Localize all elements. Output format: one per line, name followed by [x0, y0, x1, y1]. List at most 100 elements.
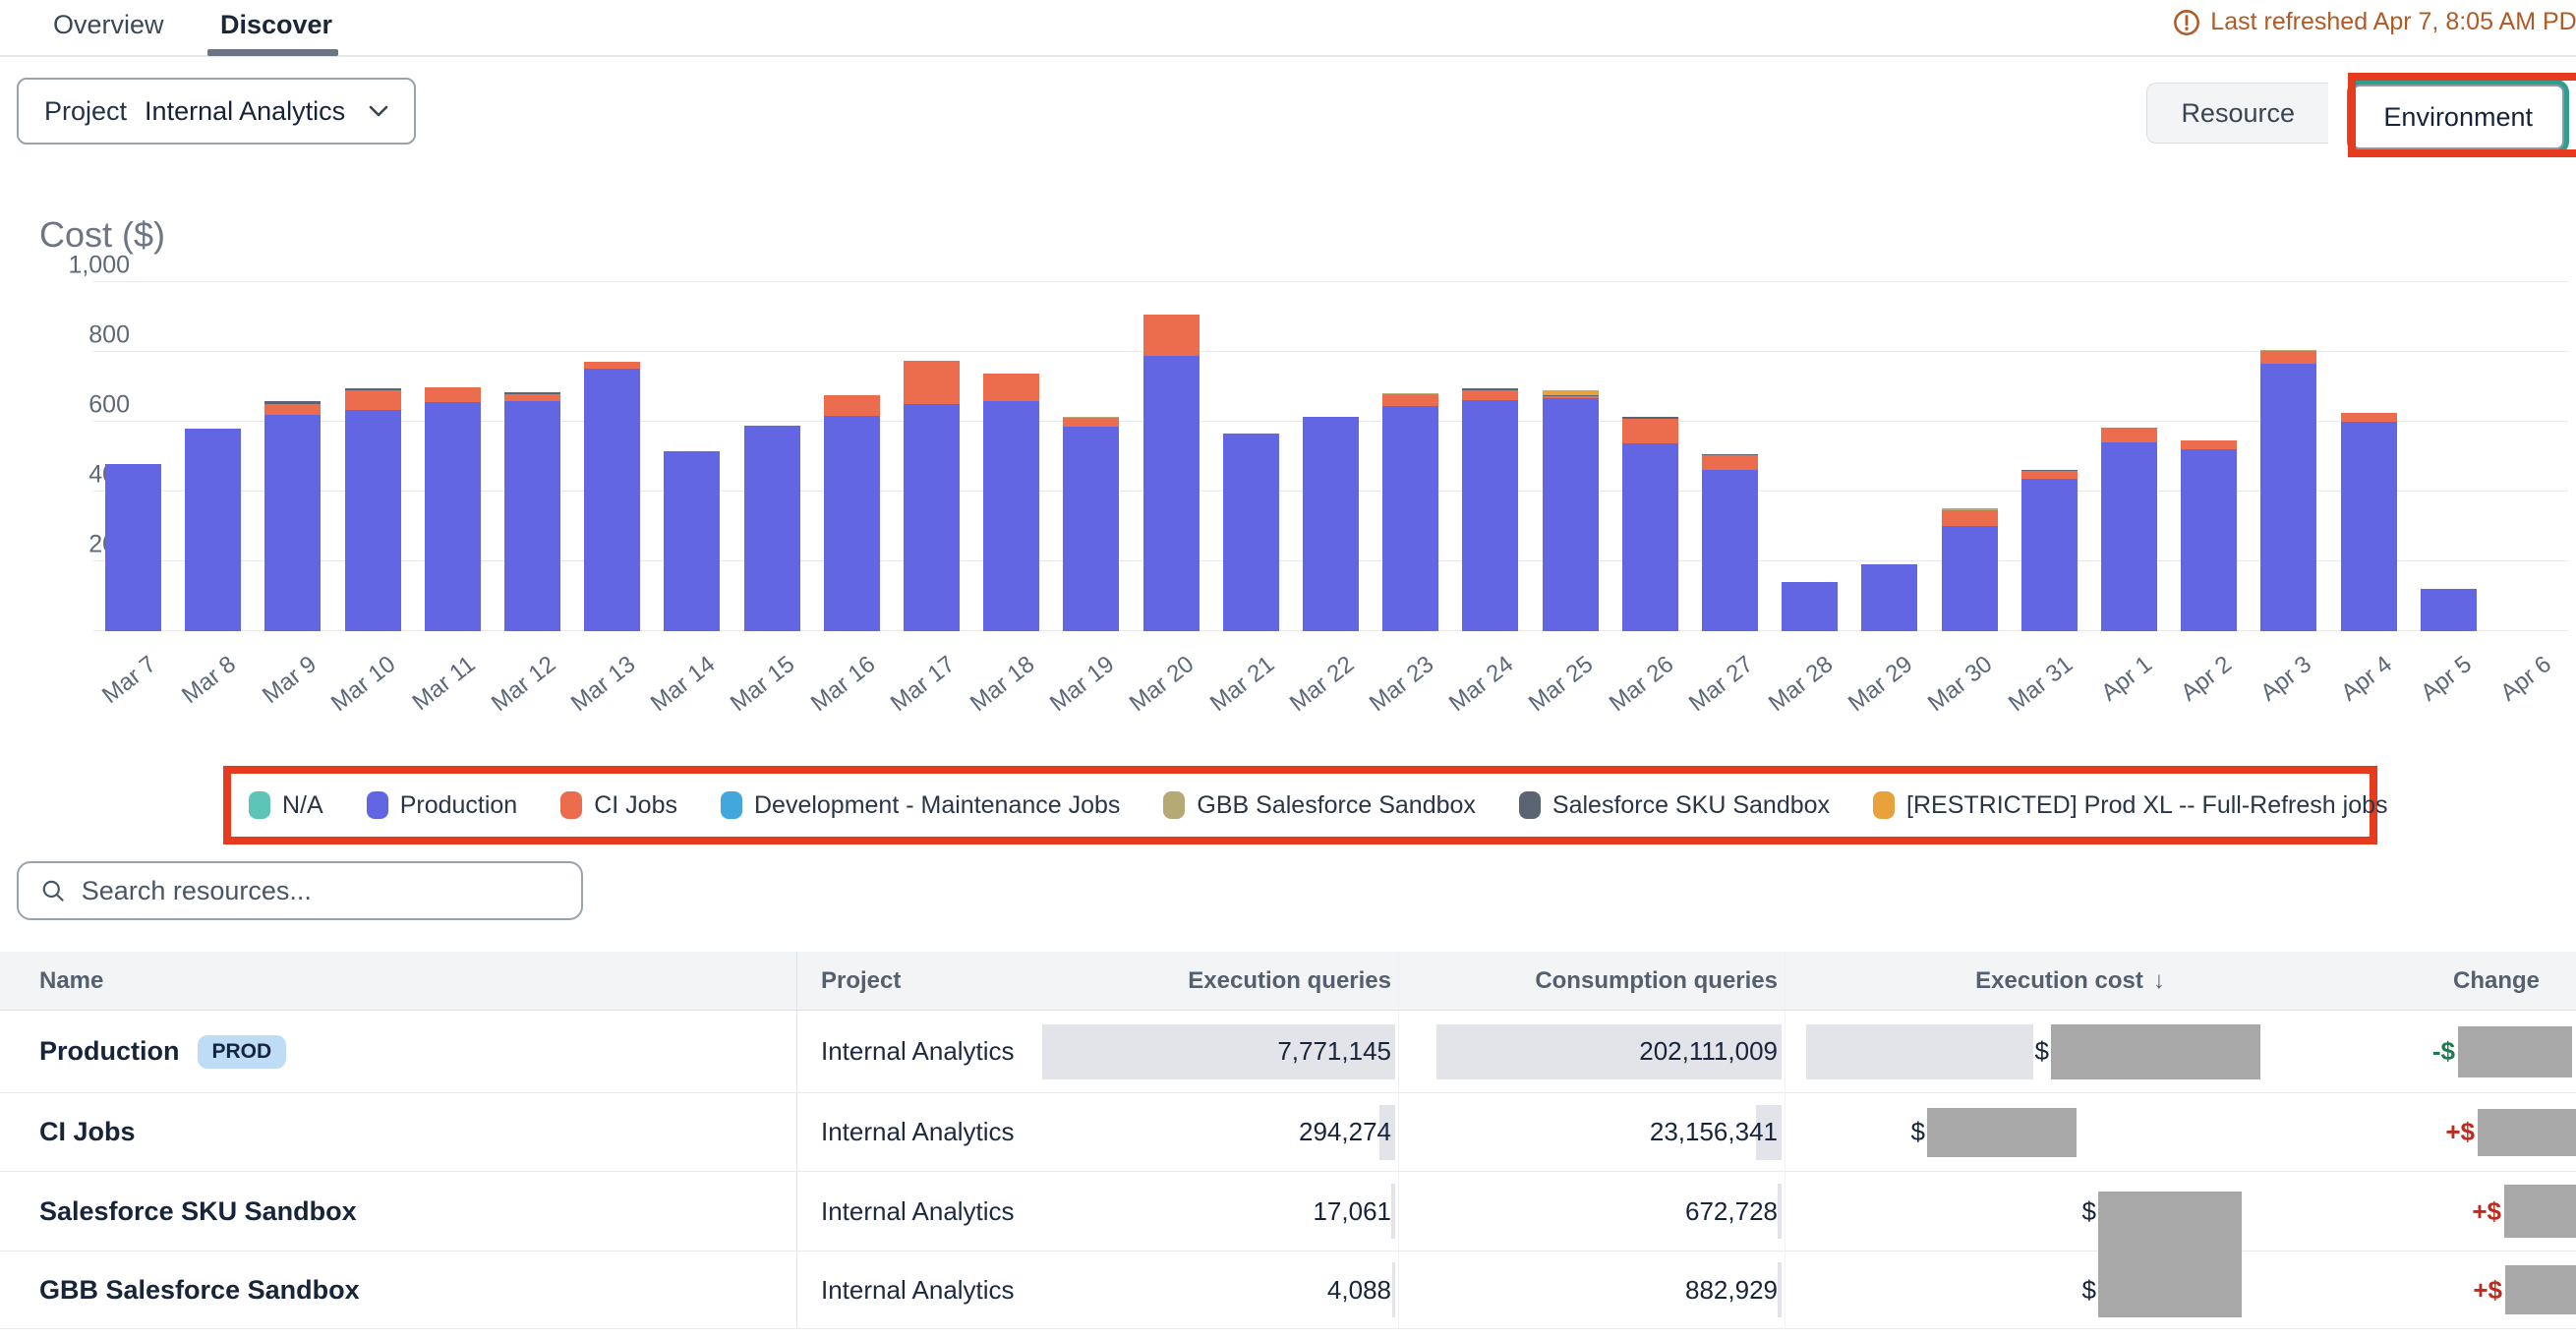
- stacked-bar-mar-18[interactable]: [983, 374, 1039, 631]
- stacked-bar-mar-21[interactable]: [1223, 434, 1279, 631]
- bar-segment[interactable]: [2260, 351, 2316, 364]
- bar-segment[interactable]: [2421, 589, 2477, 631]
- stacked-bar-mar-17[interactable]: [904, 361, 960, 631]
- bar-segment[interactable]: [664, 451, 720, 631]
- stacked-bar-mar-26[interactable]: [1622, 417, 1678, 631]
- stacked-bar-apr-2[interactable]: [2181, 440, 2237, 631]
- bar-segment[interactable]: [1942, 510, 1998, 526]
- search-input[interactable]: [82, 876, 559, 906]
- bar-segment[interactable]: [1702, 470, 1758, 631]
- bar-segment[interactable]: [504, 394, 560, 401]
- stacked-bar-mar-25[interactable]: [1543, 390, 1599, 631]
- bar-segment[interactable]: [1303, 417, 1359, 631]
- bar-segment[interactable]: [264, 415, 321, 631]
- stacked-bar-mar-30[interactable]: [1942, 508, 1998, 631]
- tab-discover[interactable]: Discover: [220, 10, 332, 40]
- bar-segment[interactable]: [2021, 479, 2078, 631]
- bar-segment[interactable]: [185, 429, 241, 631]
- bar-segment[interactable]: [1223, 434, 1279, 631]
- stacked-bar-mar-10[interactable]: [345, 388, 401, 631]
- bar-segment[interactable]: [2101, 442, 2157, 631]
- bar-segment[interactable]: [425, 402, 481, 631]
- environment-toggle-button[interactable]: Environment: [2352, 85, 2564, 149]
- bar-segment[interactable]: [2181, 449, 2237, 631]
- bar-segment[interactable]: [1462, 390, 1518, 400]
- bar-segment[interactable]: [744, 426, 800, 631]
- stacked-bar-apr-3[interactable]: [2260, 350, 2316, 631]
- header-change[interactable]: Change: [2266, 952, 2576, 1010]
- stacked-bar-mar-11[interactable]: [425, 387, 481, 631]
- bar-segment[interactable]: [983, 374, 1039, 401]
- stacked-bar-mar-20[interactable]: [1143, 315, 1200, 631]
- stacked-bar-mar-12[interactable]: [504, 392, 560, 631]
- project-filter-dropdown[interactable]: Project Internal Analytics: [17, 78, 416, 145]
- bar-segment[interactable]: [1063, 418, 1119, 427]
- bar-segment[interactable]: [2021, 471, 2078, 478]
- bar-segment[interactable]: [904, 404, 960, 631]
- stacked-bar-mar-22[interactable]: [1303, 417, 1359, 631]
- legend-item[interactable]: N/A: [249, 791, 323, 820]
- bar-segment[interactable]: [1462, 400, 1518, 631]
- legend-item[interactable]: Production: [367, 791, 518, 820]
- bar-segment[interactable]: [983, 401, 1039, 631]
- bar-segment[interactable]: [2260, 364, 2316, 631]
- bar-segment[interactable]: [584, 362, 640, 369]
- resource-toggle-button[interactable]: Resource: [2146, 83, 2328, 144]
- bar-segment[interactable]: [1543, 398, 1599, 631]
- bar-segment[interactable]: [264, 404, 321, 415]
- legend-item[interactable]: GBB Salesforce Sandbox: [1163, 791, 1476, 820]
- stacked-bar-mar-19[interactable]: [1063, 417, 1119, 631]
- legend-item[interactable]: Salesforce SKU Sandbox: [1519, 791, 1830, 820]
- legend-item[interactable]: CI Jobs: [560, 791, 677, 820]
- stacked-bar-mar-8[interactable]: [185, 429, 241, 631]
- legend-item[interactable]: [RESTRICTED] Prod XL -- Full-Refresh job…: [1873, 791, 2387, 820]
- bar-segment[interactable]: [1942, 526, 1998, 631]
- stacked-bar-mar-7[interactable]: [105, 464, 161, 631]
- stacked-bar-apr-5[interactable]: [2421, 589, 2477, 631]
- bar-segment[interactable]: [904, 361, 960, 404]
- bar-segment[interactable]: [105, 464, 161, 631]
- header-execution-queries[interactable]: Execution queries: [1037, 952, 1398, 1010]
- legend-item[interactable]: Development - Maintenance Jobs: [721, 791, 1120, 820]
- bar-segment[interactable]: [1382, 406, 1438, 631]
- bar-segment[interactable]: [584, 369, 640, 631]
- header-execution-cost[interactable]: Execution cost ↓: [1785, 952, 2266, 1010]
- bar-segment[interactable]: [824, 416, 880, 631]
- bar-segment[interactable]: [1622, 443, 1678, 631]
- header-project[interactable]: Project: [796, 952, 1037, 1010]
- bar-segment[interactable]: [824, 395, 880, 416]
- tab-overview[interactable]: Overview: [53, 10, 164, 40]
- stacked-bar-mar-9[interactable]: [264, 401, 321, 631]
- stacked-bar-mar-16[interactable]: [824, 395, 880, 631]
- bar-segment[interactable]: [1861, 564, 1917, 632]
- bar-segment[interactable]: [1063, 427, 1119, 631]
- bar-segment[interactable]: [2341, 413, 2397, 422]
- bar-segment[interactable]: [2341, 422, 2397, 631]
- sort-descending-icon[interactable]: ↓: [2153, 967, 2165, 995]
- header-name[interactable]: Name: [0, 952, 796, 1010]
- bar-segment[interactable]: [345, 390, 401, 410]
- bar-segment[interactable]: [1382, 394, 1438, 406]
- bar-segment[interactable]: [1782, 582, 1838, 631]
- stacked-bar-mar-24[interactable]: [1462, 388, 1518, 631]
- bar-segment[interactable]: [1143, 356, 1200, 631]
- stacked-bar-mar-29[interactable]: [1861, 564, 1917, 632]
- table-row[interactable]: CI JobsInternal Analytics294,27423,156,3…: [0, 1093, 2576, 1172]
- bar-segment[interactable]: [2101, 428, 2157, 442]
- bar-segment[interactable]: [2181, 440, 2237, 450]
- bar-segment[interactable]: [1622, 419, 1678, 443]
- table-row[interactable]: ProductionPRODInternal Analytics7,771,14…: [0, 1011, 2576, 1093]
- stacked-bar-mar-14[interactable]: [664, 451, 720, 631]
- stacked-bar-mar-31[interactable]: [2021, 470, 2078, 631]
- bar-segment[interactable]: [504, 401, 560, 631]
- stacked-bar-mar-23[interactable]: [1382, 393, 1438, 631]
- bar-segment[interactable]: [1702, 455, 1758, 470]
- bar-segment[interactable]: [425, 387, 481, 403]
- bar-segment[interactable]: [1143, 315, 1200, 356]
- bar-segment[interactable]: [345, 410, 401, 631]
- stacked-bar-mar-15[interactable]: [744, 426, 800, 631]
- stacked-bar-apr-4[interactable]: [2341, 413, 2397, 631]
- stacked-bar-apr-1[interactable]: [2101, 428, 2157, 631]
- header-consumption-queries[interactable]: Consumption queries: [1398, 952, 1785, 1010]
- stacked-bar-mar-28[interactable]: [1782, 582, 1838, 631]
